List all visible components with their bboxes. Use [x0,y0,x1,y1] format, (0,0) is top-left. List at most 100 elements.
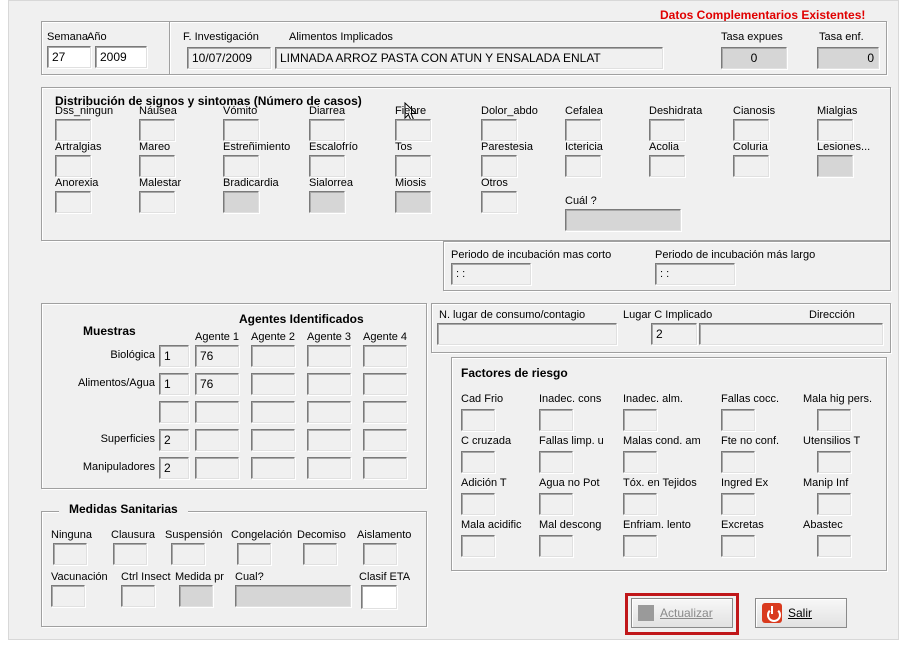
agente-4-row-5[interactable] [363,457,407,479]
muestra-count-5[interactable]: 2 [159,457,189,479]
sintoma-field-mialgias[interactable] [817,119,853,141]
riesgo-field-ingred-ex[interactable] [721,493,755,515]
riesgo-field-adicion-t[interactable] [461,493,495,515]
riesgo-field-malas-cond-am[interactable] [623,451,657,473]
sintoma-field-acolia[interactable] [649,155,685,177]
incub-corto-field[interactable]: : : [451,263,531,285]
agente-4-row-2[interactable] [363,373,407,395]
agente-4-row-4[interactable] [363,429,407,451]
sintoma-field-cefalea[interactable] [565,119,601,141]
agente-2-row-2[interactable] [251,373,295,395]
sintoma-field-ictericia[interactable] [565,155,601,177]
agente-2-row-5[interactable] [251,457,295,479]
medida-field-suspension[interactable] [171,543,205,565]
sintoma-field-mareo[interactable] [139,155,175,177]
medida-field-cual[interactable] [235,585,351,607]
agente-4-row-1[interactable] [363,345,407,367]
riesgo-field-mala-acidific[interactable] [461,535,495,557]
salir-button[interactable]: Salir [755,598,847,628]
sintoma-field-fiebre[interactable] [395,119,431,141]
sintoma-field-dolor-abdo[interactable] [481,119,517,141]
medida-field-vacunacion[interactable] [51,585,85,607]
riesgo-field-fallas-cocc[interactable] [721,409,755,431]
sintoma-field-tos[interactable] [395,155,431,177]
riesgo-label-inadec-alm: Inadec. alm. [623,393,683,405]
medida-field-decomiso[interactable] [303,543,337,565]
sintoma-field-otros[interactable] [481,191,517,213]
agente-4-row-3[interactable] [363,401,407,423]
riesgo-field-enfriam-lento[interactable] [623,535,657,557]
incub-largo-field[interactable]: : : [655,263,735,285]
lugarc-label: Lugar C Implicado [623,309,713,321]
alimentos-field[interactable]: LIMNADA ARROZ PASTA CON ATUN Y ENSALADA … [275,47,663,69]
sintoma-field-lesiones[interactable] [817,155,853,177]
sintoma-field-escalofrio[interactable] [309,155,345,177]
agente-3-row-2[interactable] [307,373,351,395]
semana-label: Semana [47,31,88,43]
riesgo-field-tox-en-tejidos[interactable] [623,493,657,515]
medida-label-suspension: Suspensión [165,529,223,541]
muestra-count-2[interactable]: 1 [159,373,189,395]
direccion-field[interactable] [699,323,883,345]
agente-1-row-1[interactable]: 76 [195,345,239,367]
sintoma-field-miosis[interactable] [395,191,431,213]
riesgo-field-fte-no-conf[interactable] [721,451,755,473]
sintoma-field-vomito[interactable] [223,119,259,141]
anio-field[interactable]: 2009 [95,46,147,68]
medida-field-medida-pr[interactable] [179,585,213,607]
riesgo-field-c-cruzada[interactable] [461,451,495,473]
agente-1-row-4[interactable] [195,429,239,451]
sintoma-field-deshidrata[interactable] [649,119,685,141]
riesgo-field-mala-hig-pers[interactable] [817,409,851,431]
riesgo-field-abastec[interactable] [817,535,851,557]
agente-3-row-4[interactable] [307,429,351,451]
agente-1-row-2[interactable]: 76 [195,373,239,395]
medida-field-clausura[interactable] [113,543,147,565]
sintoma-field-parestesia[interactable] [481,155,517,177]
agente-3-row-1[interactable] [307,345,351,367]
sintoma-field-artralgias[interactable] [55,155,91,177]
muestra-count-1[interactable]: 1 [159,345,189,367]
agente-2-row-4[interactable] [251,429,295,451]
sintoma-field-cianosis[interactable] [733,119,769,141]
agente-3-row-3[interactable] [307,401,351,423]
sintoma-field-nausea[interactable] [139,119,175,141]
tasa-enf-field[interactable]: 0 [817,47,879,69]
clasif-eta-field[interactable] [361,585,397,609]
sintoma-field-malestar[interactable] [139,191,175,213]
agente-2-row-3[interactable] [251,401,295,423]
medida-field-congelacion[interactable] [237,543,271,565]
sintoma-field-coluria[interactable] [733,155,769,177]
riesgo-field-manip-inf[interactable] [817,493,851,515]
riesgo-field-fallas-limp-u[interactable] [539,451,573,473]
agente-2-row-1[interactable] [251,345,295,367]
riesgo-field-inadec-alm[interactable] [623,409,657,431]
riesgo-field-inadec-cons[interactable] [539,409,573,431]
sintoma-field-diarrea[interactable] [309,119,345,141]
sintoma-field-bradicardia[interactable] [223,191,259,213]
sintoma-field-dss-ningun[interactable] [55,119,91,141]
nlugar-field[interactable] [437,323,617,345]
medida-field-ninguna[interactable] [53,543,87,565]
lugarc-field[interactable]: 2 [651,323,697,345]
muestra-count-3[interactable] [159,401,189,423]
agente-3-row-5[interactable] [307,457,351,479]
riesgo-field-cad-frio[interactable] [461,409,495,431]
finv-field[interactable]: 10/07/2009 [187,47,271,69]
agente-1-row-5[interactable] [195,457,239,479]
riesgo-field-agua-no-pot[interactable] [539,493,573,515]
medida-field-aislamento[interactable] [363,543,397,565]
tasa-exp-field[interactable]: 0 [721,47,787,69]
muestra-count-4[interactable]: 2 [159,429,189,451]
riesgo-field-mal-descong[interactable] [539,535,573,557]
riesgo-field-utensilios-t[interactable] [817,451,851,473]
riesgo-field-excretas[interactable] [721,535,755,557]
semana-field[interactable]: 27 [47,46,91,68]
sintoma-field-anorexia[interactable] [55,191,91,213]
actualizar-button[interactable]: Actualizar [631,598,733,628]
agente-1-row-3[interactable] [195,401,239,423]
cual-field[interactable] [565,209,681,231]
sintoma-field-sialorrea[interactable] [309,191,345,213]
sintoma-field-estrenimiento[interactable] [223,155,259,177]
medida-field-ctrl-insect[interactable] [121,585,155,607]
